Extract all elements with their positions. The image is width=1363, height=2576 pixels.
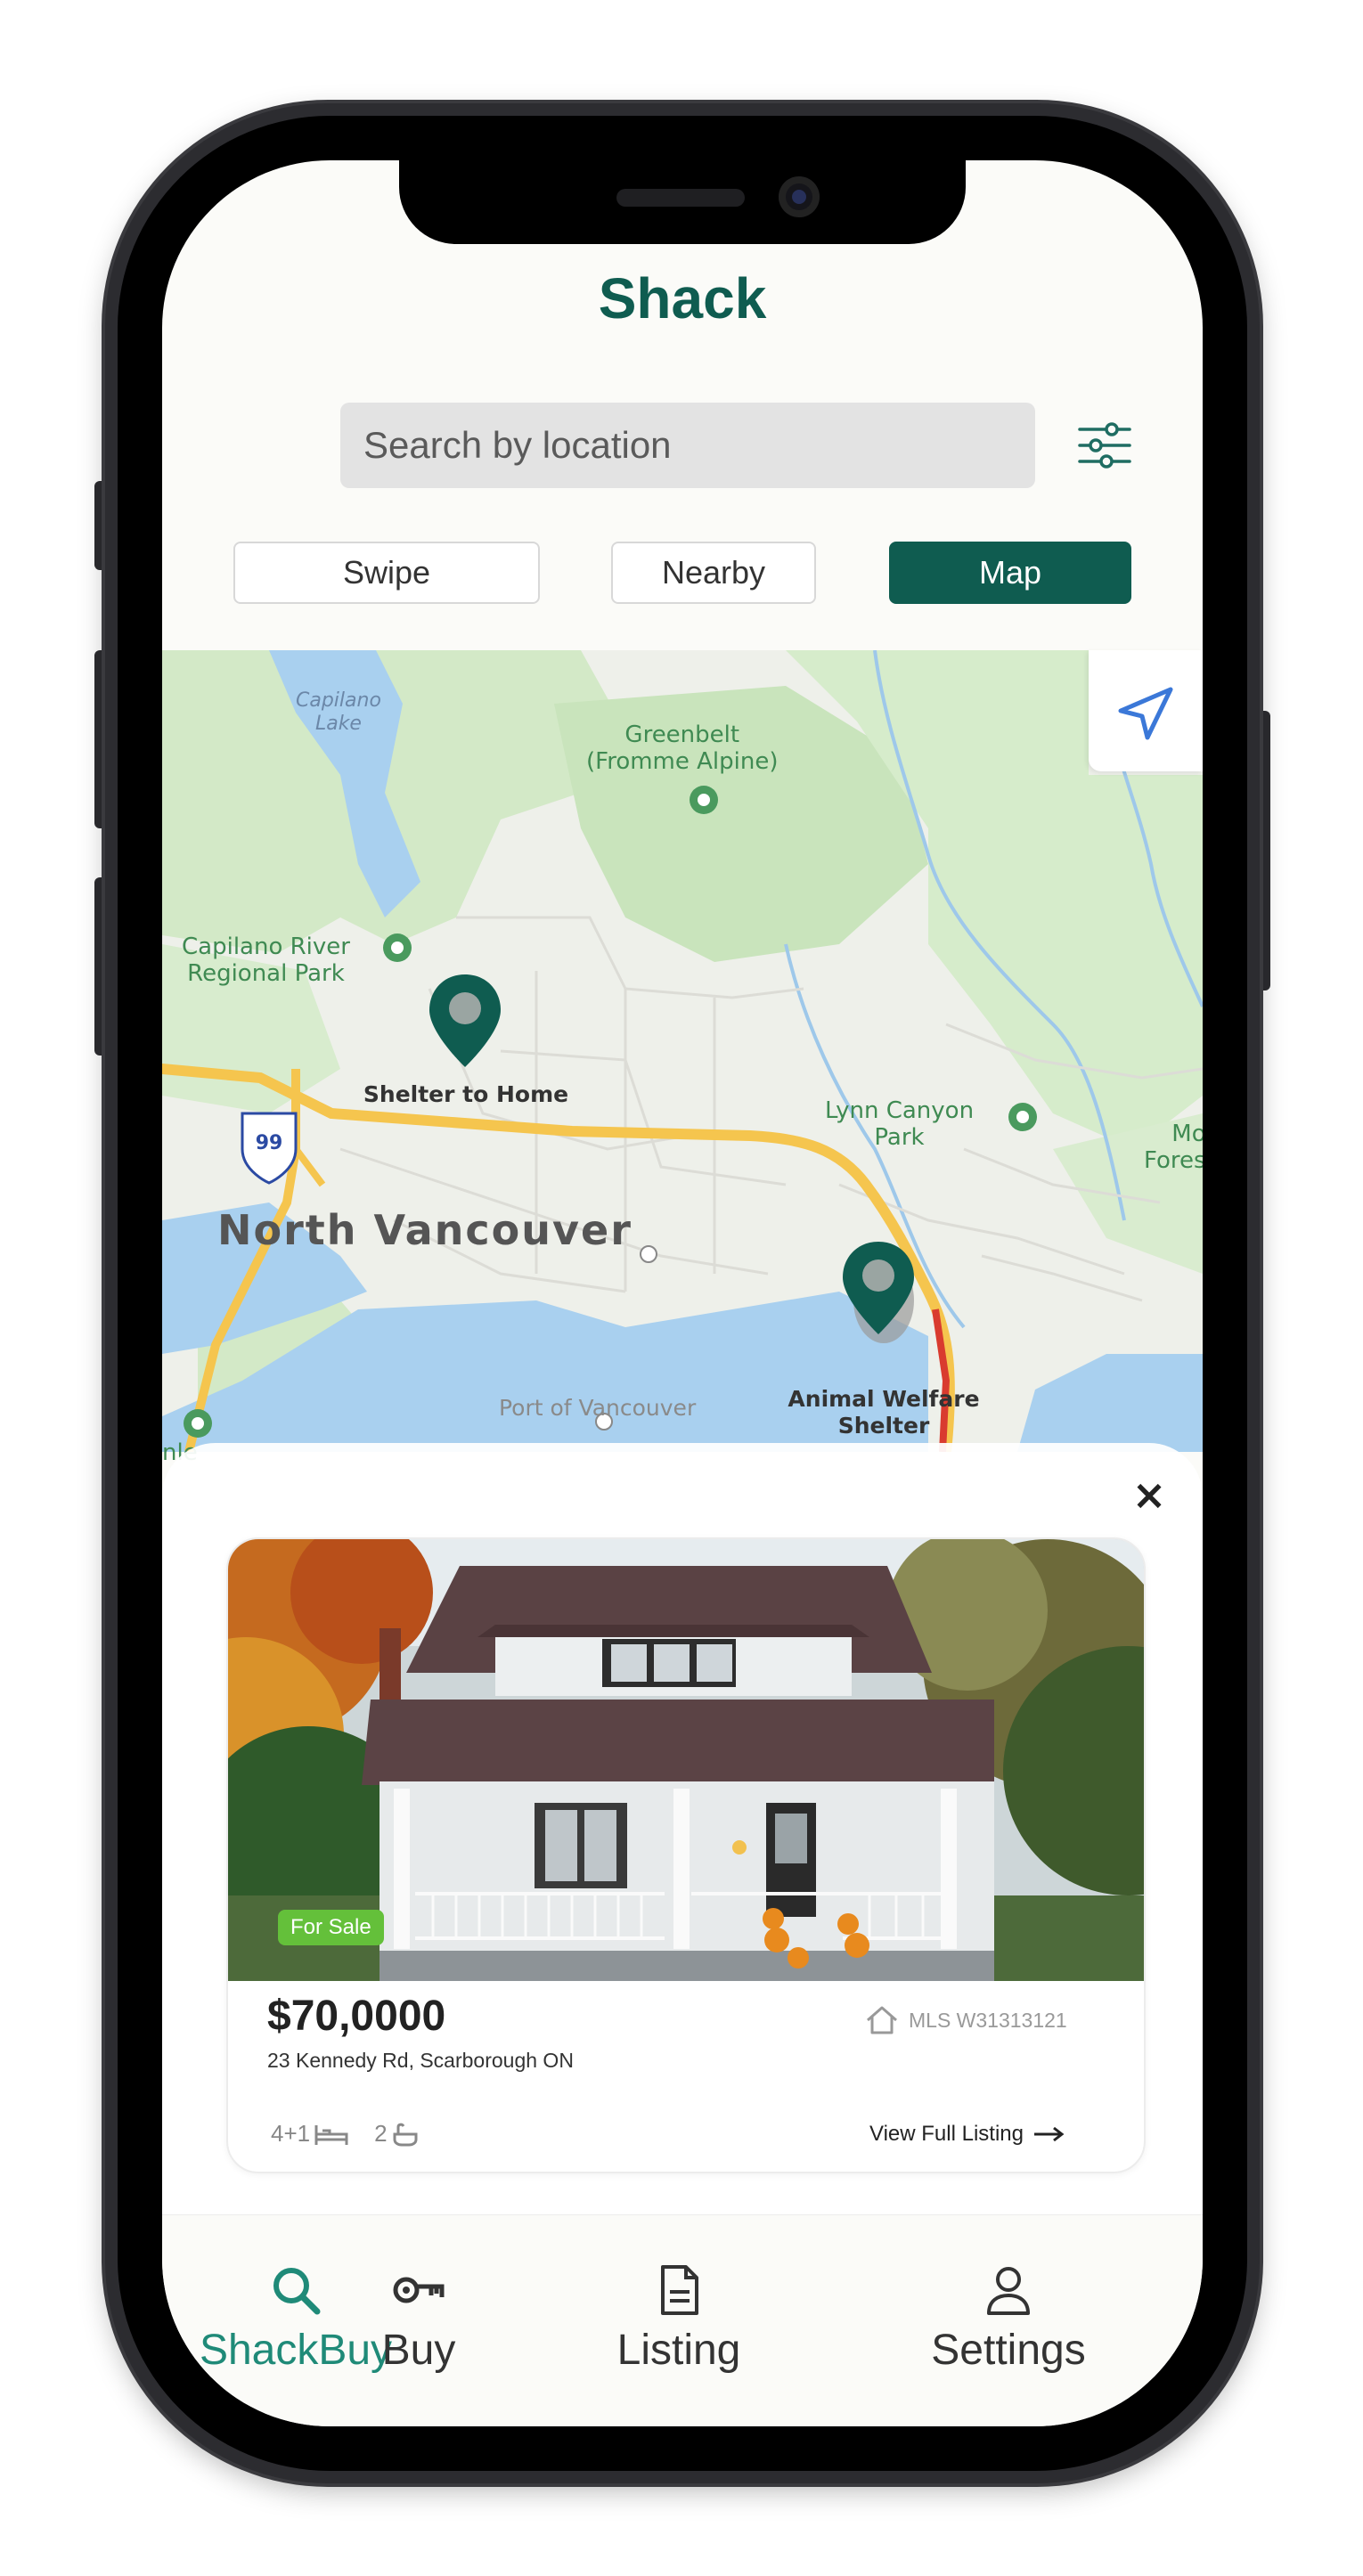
map-label-north-vancouver: North Vancouver	[217, 1206, 633, 1254]
map-label-mo-forest: Mo Fores	[1144, 1121, 1203, 1174]
user-icon	[987, 2267, 1030, 2315]
locate-me-button[interactable]	[1089, 650, 1203, 771]
for-sale-badge: For Sale	[278, 1910, 384, 1945]
listing-specs: 4+1 2	[271, 2120, 420, 2148]
nav-item-settings[interactable]: Settings	[821, 2215, 1196, 2393]
bottom-nav: ShackBuy Buy Listing Settings	[162, 2214, 1203, 2426]
map-label-port-of-vancouver: Port of Vancouver	[499, 1395, 697, 1421]
app-title: Shack	[598, 266, 767, 330]
bathrooms: 2	[374, 2120, 419, 2148]
map-view[interactable]: 99 Capilano Lake Greenbelt (Fromme Alpin…	[162, 650, 1203, 1466]
bedrooms: 4+1	[271, 2120, 349, 2148]
map-pin-icon[interactable]	[420, 971, 510, 1085]
bedrooms-count: 4+1	[271, 2120, 311, 2147]
nav-label: Buy	[381, 2327, 456, 2374]
tab-map[interactable]: Map	[889, 542, 1131, 604]
document-icon	[661, 2265, 698, 2315]
nav-item-listing[interactable]: Listing	[563, 2215, 795, 2393]
filter-icon[interactable]	[1076, 419, 1133, 472]
park-marker-icon	[383, 933, 412, 962]
listing-price: $70,0000	[267, 1993, 446, 2040]
nav-item-buy[interactable]: Buy	[303, 2215, 535, 2393]
home-icon	[867, 2006, 897, 2034]
park-marker-icon	[690, 786, 718, 814]
map-label-greenbelt: Greenbelt (Fromme Alpine)	[586, 721, 779, 775]
map-label-lynn-canyon: Lynn Canyon Park	[825, 1097, 975, 1151]
map-label-capilano-lake: Capilano Lake	[296, 689, 381, 735]
mls-label: MLS W31313121	[909, 2008, 1067, 2032]
key-icon	[393, 2277, 445, 2303]
arrow-right-icon	[1033, 2126, 1065, 2142]
park-marker-icon	[184, 1409, 212, 1438]
listing-card[interactable]: For Sale $70,0000 23 Kennedy Rd, Scarbor…	[226, 1537, 1146, 2173]
close-icon[interactable]: ×	[1124, 1470, 1174, 1520]
navigation-arrow-icon	[1118, 687, 1173, 740]
bathrooms-count: 2	[374, 2120, 388, 2147]
bath-icon	[393, 2123, 418, 2146]
search-input[interactable]: Search by location	[340, 403, 1035, 488]
notch	[399, 160, 966, 244]
nav-label: Listing	[616, 2327, 741, 2374]
listing-address: 23 Kennedy Rd, Scarborough ON	[267, 2049, 574, 2072]
map-pin-label: Shelter to Home	[363, 1081, 569, 1107]
front-camera	[779, 176, 820, 217]
mls-number: MLS W31313121	[864, 2002, 1067, 2038]
tab-nearby[interactable]: Nearby	[611, 542, 816, 604]
bed-icon	[314, 2124, 348, 2145]
park-marker-icon	[1008, 1103, 1037, 1131]
app-screen: Shack Search by location Swipe Nearby Ma…	[162, 160, 1203, 2426]
view-full-listing-label: View Full Listing	[869, 2122, 1024, 2146]
tab-swipe[interactable]: Swipe	[233, 542, 540, 604]
map-pin-label: Animal Welfare Shelter	[788, 1386, 980, 1439]
nav-label: Settings	[931, 2327, 1086, 2374]
map-label-capilano-river-park: Capilano River Regional Park	[182, 933, 350, 987]
map-pin-icon[interactable]	[834, 1238, 923, 1363]
speaker	[616, 189, 745, 207]
view-full-listing-link[interactable]: View Full Listing	[869, 2122, 1065, 2147]
svg-text:99: 99	[256, 1132, 283, 1154]
